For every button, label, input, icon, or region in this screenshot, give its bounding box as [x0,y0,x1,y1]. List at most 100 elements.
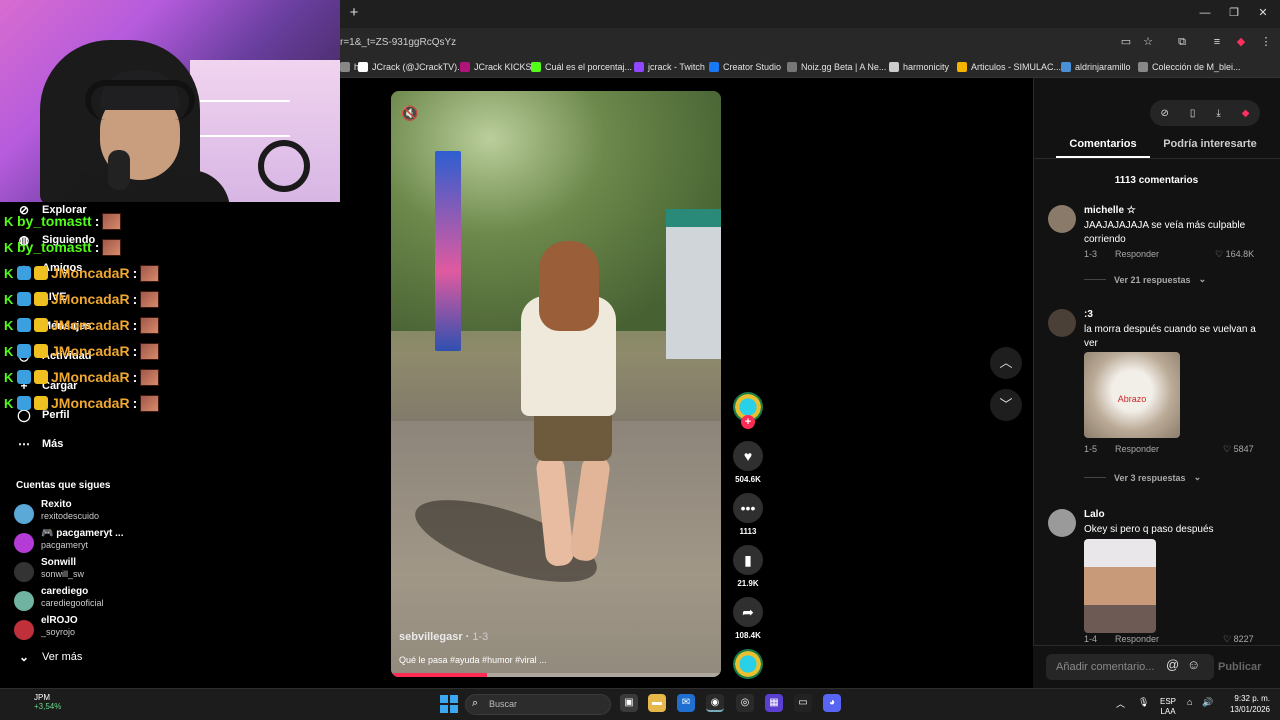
save-count: 21.9K [737,579,759,588]
tray-chevron-icon[interactable]: ︿ [1116,697,1125,710]
following-account[interactable]: carediego carediegooficial [14,586,164,614]
menu-icon[interactable]: ⋮ [1258,34,1274,50]
share-action[interactable]: ➦ 108.4K [733,597,763,640]
save-action[interactable]: ▮ 21.9K [733,545,763,588]
file-explorer-icon[interactable]: ▬ [648,694,666,712]
bookmark-item[interactable]: JCrack (@JCrackTV)... [358,60,465,74]
previous-video-button[interactable]: ︿ [990,347,1022,379]
chat-username: JMoncadaR [51,317,130,333]
restore-button[interactable]: ❐ [1224,5,1244,21]
comment-user[interactable]: michelle ☆ [1084,205,1136,216]
mic-icon[interactable]: 🎙 [1138,697,1149,708]
following-account[interactable]: elROJO _soyrojo [14,615,164,643]
clock[interactable]: 9:32 p. m. 13/01/2026 [1226,693,1270,715]
minimize-button[interactable]: — [1195,5,1215,21]
chat-username: by_tomastt [17,239,92,255]
following-account[interactable]: 🎮 pacgameryt ... pacgameryt [14,528,164,556]
app-grid-icon[interactable]: ▦ [765,694,783,712]
mute-icon[interactable]: 🔇 [401,105,418,122]
recorder-icon[interactable]: ◎ [736,694,754,712]
tab-comments[interactable]: Comentarios [1056,138,1150,150]
extensions-icon[interactable]: ⧉ [1174,34,1190,50]
reply-button[interactable]: Responder [1115,249,1159,259]
reading-list-icon[interactable]: ≡ [1209,34,1225,50]
subscriber-badge-icon [17,318,31,332]
bookmark-icon[interactable]: ▮ [733,545,763,575]
comment-user[interactable]: Lalo [1084,509,1105,520]
comment-item: :3 la morra después cuando se vuelvan a … [1048,309,1268,349]
kick-badge-icon: K [4,265,14,281]
stock-widget[interactable]: JPM +3,54% [14,693,61,711]
bookmark-star-icon[interactable]: ☆ [1140,34,1156,50]
comment-user[interactable]: :3 [1084,309,1093,320]
windows-start-icon[interactable] [440,695,458,713]
bookmark-item[interactable]: Creator Studio [709,60,781,74]
nav-label: Más [42,438,64,450]
bookmark-favicon-icon [358,62,368,72]
avatar[interactable] [1048,205,1076,233]
comment-text: Okey si pero q paso después [1084,524,1214,535]
profile-icon[interactable]: ◆ [1233,34,1249,50]
discord-icon[interactable]: ◕ [823,694,841,712]
view-replies-button[interactable]: Ver 21 respuestas ⌄ [1084,274,1206,285]
taskbar [0,688,1280,720]
bookmark-item[interactable]: harmonicity [889,60,949,74]
close-window-button[interactable]: ✕ [1253,5,1273,21]
taskbar-search[interactable] [465,694,611,715]
new-tab-button[interactable]: + [347,5,361,21]
following-account[interactable]: Sonwill sonwill_sw [14,557,164,585]
download-icon[interactable]: ⤓ [1216,108,1220,119]
bookmark-item[interactable]: jcrack - Twitch [634,60,705,74]
comment-likes[interactable]: ♡ 8227 [1223,634,1254,645]
video-author[interactable]: sebvillegasr · 1-3 [399,631,488,643]
bookmark-item[interactable]: Colección de M_blei... [1138,60,1241,74]
bookmark-item[interactable]: Noiz.gg Beta | A Ne... [787,60,886,74]
tiktok-icon[interactable]: ◆ [1242,108,1250,119]
language-indicator[interactable]: ESP LAA [1160,697,1176,717]
terminal-icon[interactable]: ▭ [794,694,812,712]
emoji-icon[interactable]: ☺ [1187,657,1200,672]
publish-button[interactable]: Publicar [1218,661,1261,673]
like-action[interactable]: ♥ 504.6K [733,441,763,484]
bookmark-item[interactable]: Cuál es el porcentaj... [531,60,632,74]
avatar[interactable] [1048,509,1076,537]
share-icon[interactable]: ➦ [733,597,763,627]
url-text[interactable]: r=1&_t=ZS-931ggRcQsYz [340,37,456,48]
bookmark-item[interactable]: JCrack KICKS [460,60,532,74]
chrome-icon[interactable]: ◉ [706,694,724,712]
bookmark-label: Noiz.gg Beta | A Ne... [801,62,887,72]
see-more-button[interactable]: ⌄ Ver más [16,647,82,667]
comment-likes[interactable]: ♡ 164.8K [1215,249,1254,260]
comment-action[interactable]: ••• 1113 [733,493,763,536]
mention-icon[interactable]: @ [1166,657,1179,672]
banner [435,151,461,351]
next-video-button[interactable]: ﹀ [990,389,1022,421]
comment-likes[interactable]: ♡ 5847 [1223,444,1254,455]
follow-plus-button[interactable]: + [741,415,755,429]
heart-icon[interactable]: ♥ [733,441,763,471]
network-icon[interactable]: ⌂ [1187,697,1192,707]
tab-suggestions[interactable]: Podría interesarte [1160,138,1260,150]
task-view-icon[interactable]: ▣ [620,694,638,712]
following-account[interactable]: Rexito rexitodescuido [14,499,164,527]
comment-icon[interactable]: ••• [733,493,763,523]
volume-icon[interactable]: 🔊 [1202,697,1213,708]
comment-gif[interactable]: Abrazo [1084,352,1180,438]
bookmark-item[interactable]: aldrinjaramillo [1061,60,1131,74]
reply-button[interactable]: Responder [1115,444,1159,454]
link-icon[interactable]: ⊘ [1160,108,1168,119]
nav-item-más[interactable]: ⋯ Más [16,434,63,454]
kick-badge-icon: K [4,239,14,255]
avatar[interactable] [1048,309,1076,337]
comment-image[interactable] [1084,539,1156,633]
cast-icon[interactable]: ▭ [1118,34,1134,50]
bookmark-item[interactable]: Articulos - SIMULAC... [957,60,1061,74]
bookmark-item[interactable]: h [340,60,359,74]
view-replies-button[interactable]: Ver 3 respuestas ⌄ [1084,472,1201,483]
webcam-overlay [0,0,340,202]
mail-icon[interactable]: ✉ [677,694,695,712]
reply-button[interactable]: Responder [1115,634,1159,644]
music-disc[interactable] [733,649,763,679]
video-player[interactable]: 🔇 sebvillegasr · 1-3 Qué le pasa #ayuda … [391,91,721,677]
phone-icon[interactable]: ▯ [1190,108,1196,119]
